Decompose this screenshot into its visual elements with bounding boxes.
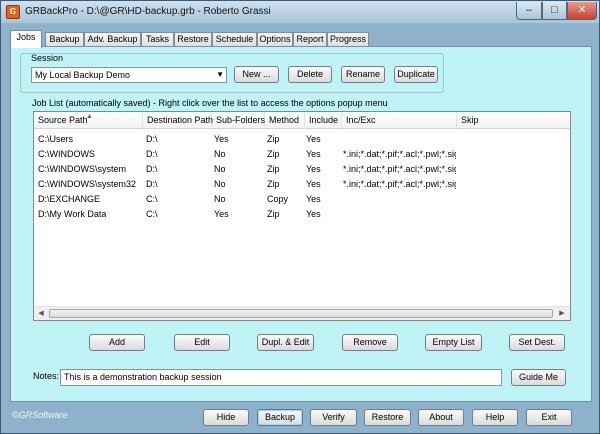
job-list-caption: Job List (automatically saved) - Right c… <box>32 98 388 108</box>
cell-destination: C:\ <box>146 209 158 219</box>
cell-include: Yes <box>306 194 321 204</box>
notes-field[interactable]: This is a demonstration backup session <box>60 369 502 386</box>
tab-report[interactable]: Report <box>293 32 327 47</box>
job-list[interactable]: Source Path ▲ Destination Path Sub-Folde… <box>33 111 571 321</box>
chevron-down-icon: ▼ <box>216 70 224 79</box>
maximize-button[interactable]: □ <box>542 2 567 20</box>
backup-button[interactable]: Backup <box>257 409 303 426</box>
empty-list-button[interactable]: Empty List <box>425 334 482 351</box>
col-sub-folders[interactable]: Sub-Folders <box>212 112 265 129</box>
about-button[interactable]: About <box>418 409 464 426</box>
table-row[interactable]: C:\WINDOWS\system D:\ No Zip Yes *.ini;*… <box>34 162 570 177</box>
grsoftware-logo: ©GRSoftware <box>12 410 68 420</box>
window-title: GRBackPro - D:\@GR\HD-backup.grb - Rober… <box>25 6 271 17</box>
col-inc-exc[interactable]: Inc/Exc <box>342 112 457 129</box>
notes-label: Notes: <box>33 371 60 381</box>
tab-progress[interactable]: Progress <box>327 32 369 47</box>
cell-incexc: *.ini;*.dat;*.pif;*.acl;*.pwl;*.sig <box>343 179 456 189</box>
col-source-path-label: Source Path <box>38 115 88 125</box>
tab-jobs[interactable]: Jobs <box>10 30 42 48</box>
remove-job-button[interactable]: Remove <box>342 334 398 351</box>
cell-subfolders: No <box>214 194 226 204</box>
hide-button[interactable]: Hide <box>203 409 249 426</box>
delete-session-button[interactable]: Delete <box>288 66 332 83</box>
tab-schedule[interactable]: Schedule <box>212 32 257 47</box>
col-destination-path[interactable]: Destination Path <box>143 112 213 129</box>
cell-source: C:\WINDOWS\system32 <box>38 179 137 189</box>
tab-tasks[interactable]: Tasks <box>141 32 174 47</box>
cell-destination: D:\ <box>146 149 158 159</box>
table-row[interactable]: C:\WINDOWS D:\ No Zip Yes *.ini;*.dat;*.… <box>34 147 570 162</box>
app-window: G GRBackPro - D:\@GR\HD-backup.grb - Rob… <box>0 0 600 434</box>
cell-incexc: *.ini;*.dat;*.pif;*.acl;*.pwl;*.sig <box>343 164 456 174</box>
col-source-path[interactable]: Source Path ▲ <box>34 112 143 129</box>
cell-destination: D:\ <box>146 164 158 174</box>
cell-method: Copy <box>267 194 289 204</box>
cell-source: D:\EXCHANGE <box>38 194 101 204</box>
table-row[interactable]: C:\WINDOWS\system32 D:\ No Zip Yes *.ini… <box>34 177 570 192</box>
cell-method: Zip <box>267 134 280 144</box>
add-job-button[interactable]: Add <box>89 334 145 351</box>
cell-method: Zip <box>267 149 280 159</box>
table-row[interactable]: C:\Users D:\ Yes Zip Yes <box>34 132 570 147</box>
dupl-edit-job-button[interactable]: Dupl. & Edit <box>257 334 314 351</box>
tab-adv-backup[interactable]: Adv. Backup <box>84 32 141 47</box>
tab-backup[interactable]: Backup <box>45 32 84 47</box>
restore-button[interactable]: Restore <box>364 409 411 426</box>
close-button[interactable]: ✕ <box>567 2 597 20</box>
title-bar[interactable]: G GRBackPro - D:\@GR\HD-backup.grb - Rob… <box>1 1 599 23</box>
cell-subfolders: No <box>214 179 226 189</box>
tab-options[interactable]: Options <box>257 32 293 47</box>
cell-destination: D:\ <box>146 134 158 144</box>
duplicate-session-button[interactable]: Duplicate <box>394 66 438 83</box>
scroll-right-icon[interactable]: ▶ <box>555 307 569 320</box>
cell-subfolders: No <box>214 164 226 174</box>
minimize-button[interactable]: – <box>516 2 542 20</box>
set-dest-button[interactable]: Set Dest. <box>509 334 565 351</box>
edit-job-button[interactable]: Edit <box>174 334 230 351</box>
cell-source: D:\My Work Data <box>38 209 107 219</box>
cell-subfolders: No <box>214 149 226 159</box>
cell-include: Yes <box>306 134 321 144</box>
cell-include: Yes <box>306 164 321 174</box>
cell-subfolders: Yes <box>214 134 229 144</box>
session-label: Session <box>31 53 64 63</box>
session-select-value: My Local Backup Demo <box>35 70 131 80</box>
cell-destination: D:\ <box>146 179 158 189</box>
exit-button[interactable]: Exit <box>526 409 572 426</box>
cell-incexc: *.ini;*.dat;*.pif;*.acl;*.pwl;*.sig <box>343 149 456 159</box>
table-row[interactable]: D:\My Work Data C:\ Yes Zip Yes <box>34 207 570 222</box>
cell-source: C:\WINDOWS\system <box>38 164 126 174</box>
app-icon: G <box>6 5 20 19</box>
new-session-button[interactable]: New ... <box>234 66 279 83</box>
horizontal-scrollbar[interactable]: ◀ ▶ <box>34 306 570 320</box>
cell-source: C:\WINDOWS <box>38 149 95 159</box>
rename-session-button[interactable]: Rename <box>341 66 385 83</box>
cell-destination: C:\ <box>146 194 158 204</box>
verify-button[interactable]: Verify <box>310 409 357 426</box>
cell-include: Yes <box>306 209 321 219</box>
cell-source: C:\Users <box>38 134 74 144</box>
scroll-thumb[interactable] <box>49 309 553 318</box>
cell-method: Zip <box>267 209 280 219</box>
col-skip[interactable]: Skip <box>457 112 570 129</box>
cell-method: Zip <box>267 179 280 189</box>
session-select[interactable]: My Local Backup Demo ▼ <box>31 67 227 83</box>
col-method[interactable]: Method <box>265 112 305 129</box>
cell-subfolders: Yes <box>214 209 229 219</box>
cell-include: Yes <box>306 179 321 189</box>
table-row[interactable]: D:\EXCHANGE C:\ No Copy Yes <box>34 192 570 207</box>
job-list-header: Source Path ▲ Destination Path Sub-Folde… <box>34 112 570 129</box>
tab-restore[interactable]: Restore <box>174 32 212 47</box>
cell-include: Yes <box>306 149 321 159</box>
help-button[interactable]: Help <box>472 409 518 426</box>
guide-me-button[interactable]: Guide Me <box>511 369 566 386</box>
scroll-left-icon[interactable]: ◀ <box>34 307 48 320</box>
sort-up-icon: ▲ <box>86 113 93 120</box>
cell-method: Zip <box>267 164 280 174</box>
col-include[interactable]: Include <box>305 112 342 129</box>
